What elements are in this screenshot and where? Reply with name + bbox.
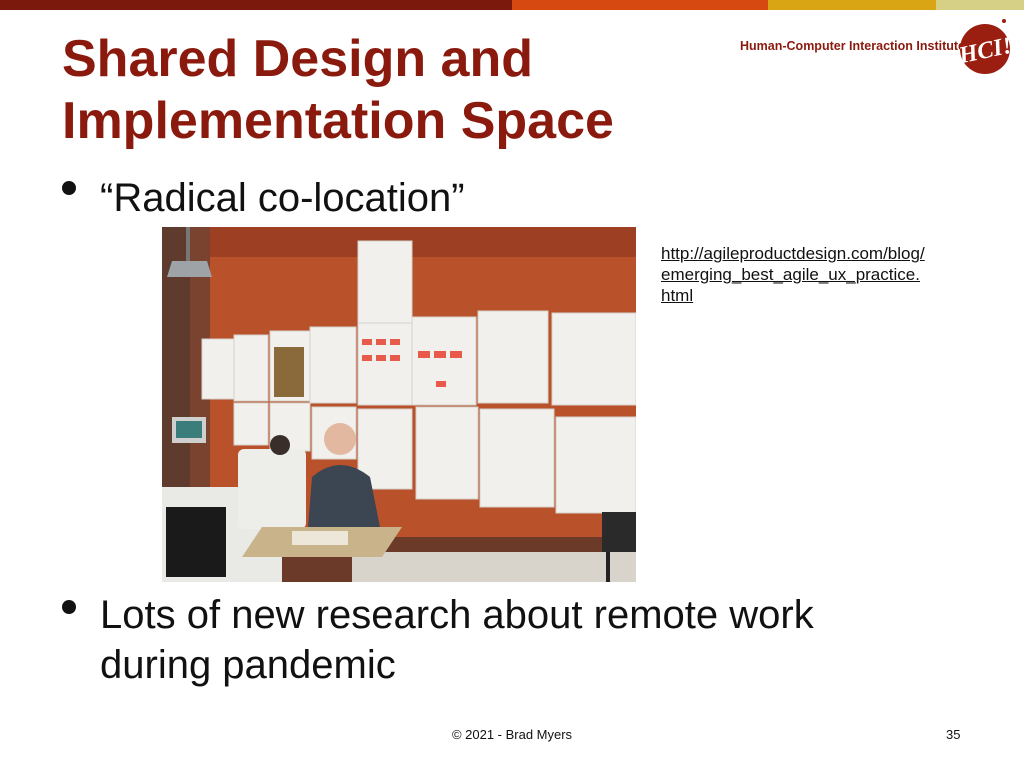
- bar-segment-orange: [512, 0, 768, 10]
- link-line-2: emerging_best_agile_ux_practice.: [661, 265, 920, 284]
- bullet-icon: [62, 600, 76, 614]
- team-room-photo: [162, 227, 636, 582]
- bullet-item: “Radical co-location”: [62, 173, 465, 223]
- bar-segment-dark-red: [0, 0, 512, 10]
- photo-illustration: [162, 227, 636, 582]
- top-color-bar: [0, 0, 1024, 10]
- title-line-2: Implementation Space: [62, 92, 614, 150]
- reference-link[interactable]: http://agileproductdesign.com/blog/ emer…: [661, 243, 981, 306]
- bullet-text-line-1: Lots of new research about remote work: [100, 593, 814, 637]
- slide-title: Shared Design and Implementation Space: [62, 28, 702, 152]
- link-line-1: http://agileproductdesign.com/blog/: [661, 244, 925, 263]
- footer-copyright: © 2021 - Brad Myers: [451, 727, 573, 742]
- bullet-item: Lots of new research about remote work d…: [62, 590, 922, 690]
- bullet-text-line-2: during pandemic: [100, 643, 396, 687]
- bullet-text: “Radical co-location”: [100, 176, 465, 220]
- logo-text: Human-Computer Interaction Institute: [740, 39, 966, 53]
- bullet-icon: [62, 181, 76, 195]
- page-number: 35: [946, 727, 961, 742]
- title-line-1: Shared Design and: [62, 30, 533, 88]
- hci-logo-icon: HCI!: [958, 19, 1012, 74]
- hcii-logo: Human-Computer Interaction Institute HCI…: [740, 18, 1012, 78]
- bar-segment-khaki: [936, 0, 1024, 10]
- link-line-3: html: [661, 286, 694, 305]
- bullet-text: Lots of new research about remote work d…: [100, 590, 814, 690]
- bar-segment-gold: [768, 0, 936, 10]
